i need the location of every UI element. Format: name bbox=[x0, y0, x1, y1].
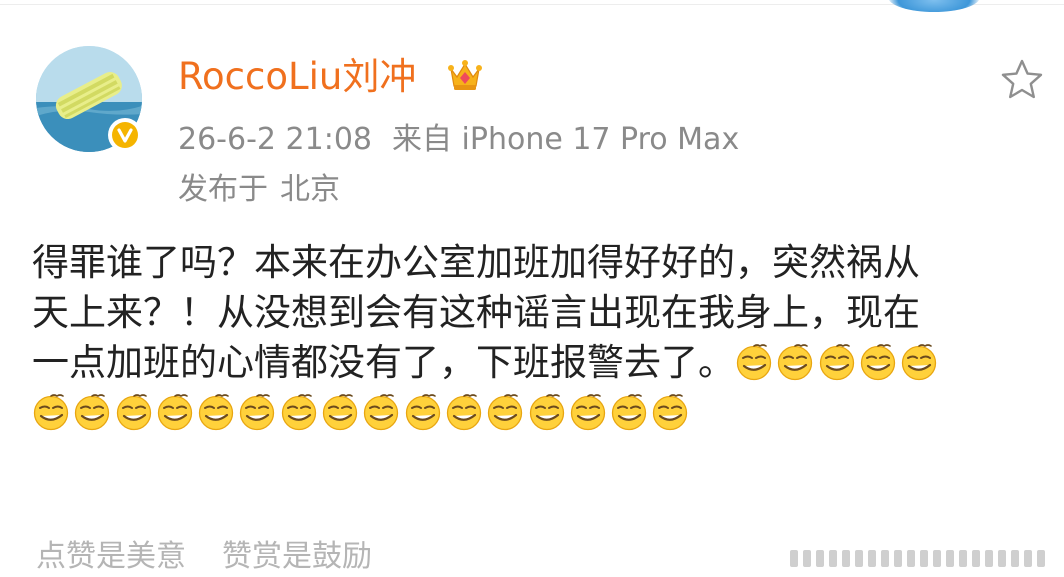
smirk-emoji bbox=[156, 393, 194, 431]
post-text-line: 一点加班的心情都没有了，下班报警去了。 bbox=[32, 338, 1032, 388]
smirk-emoji bbox=[445, 393, 483, 431]
emoji-row bbox=[735, 341, 941, 384]
like-text: 点赞是美意 bbox=[36, 539, 186, 574]
emoji-line bbox=[32, 388, 1032, 438]
smirk-emoji bbox=[818, 343, 856, 381]
reward-hint: 点赞是美意 赞赏是鼓励 bbox=[36, 537, 372, 577]
smirk-emoji bbox=[651, 393, 689, 431]
smirk-emoji bbox=[73, 393, 111, 431]
smirk-emoji bbox=[610, 393, 648, 431]
post-meta: 26-6-2 21:08 来自 iPhone 17 Pro Max bbox=[178, 120, 739, 160]
post-text-line: 得罪谁了吗？本来在办公室加班加得好好的，突然祸从 bbox=[32, 241, 920, 284]
reward-text: 赞赏是鼓励 bbox=[222, 539, 372, 574]
post-text-line: 天上来？！从没想到会有这种谣言出现在我身上，现在 bbox=[32, 291, 920, 334]
smirk-emoji bbox=[735, 343, 773, 381]
verified-v-icon bbox=[108, 118, 142, 152]
smirk-emoji bbox=[280, 393, 318, 431]
smirk-emoji bbox=[486, 393, 524, 431]
smirk-emoji bbox=[115, 393, 153, 431]
smirk-emoji bbox=[569, 393, 607, 431]
star-outline-icon[interactable] bbox=[998, 56, 1046, 104]
smirk-emoji bbox=[859, 343, 897, 381]
post-body: 得罪谁了吗？本来在办公室加班加得好好的，突然祸从 天上来？！从没想到会有这种谣言… bbox=[32, 238, 1032, 438]
smirk-emoji bbox=[362, 393, 400, 431]
smirk-emoji bbox=[776, 343, 814, 381]
post-timestamp: 26-6-2 21:08 bbox=[178, 122, 372, 157]
location-value: 北京 bbox=[280, 172, 340, 207]
corner-decoration bbox=[888, 0, 980, 12]
location-label: 发布于 bbox=[178, 172, 268, 207]
reward-bar-graphic bbox=[790, 550, 1050, 567]
smirk-emoji bbox=[528, 393, 566, 431]
post-location: 发布于 北京 bbox=[178, 170, 340, 210]
smirk-emoji bbox=[404, 393, 442, 431]
post-source: 来自 iPhone 17 Pro Max bbox=[392, 122, 740, 157]
smirk-emoji bbox=[321, 393, 359, 431]
avatar[interactable] bbox=[36, 46, 142, 152]
smirk-emoji bbox=[900, 343, 938, 381]
smirk-emoji bbox=[197, 393, 235, 431]
emoji-row bbox=[32, 391, 693, 434]
crown-icon[interactable] bbox=[446, 56, 484, 96]
smirk-emoji bbox=[238, 393, 276, 431]
smirk-emoji bbox=[32, 393, 70, 431]
author-name[interactable]: RoccoLiu刘冲 bbox=[178, 52, 416, 102]
